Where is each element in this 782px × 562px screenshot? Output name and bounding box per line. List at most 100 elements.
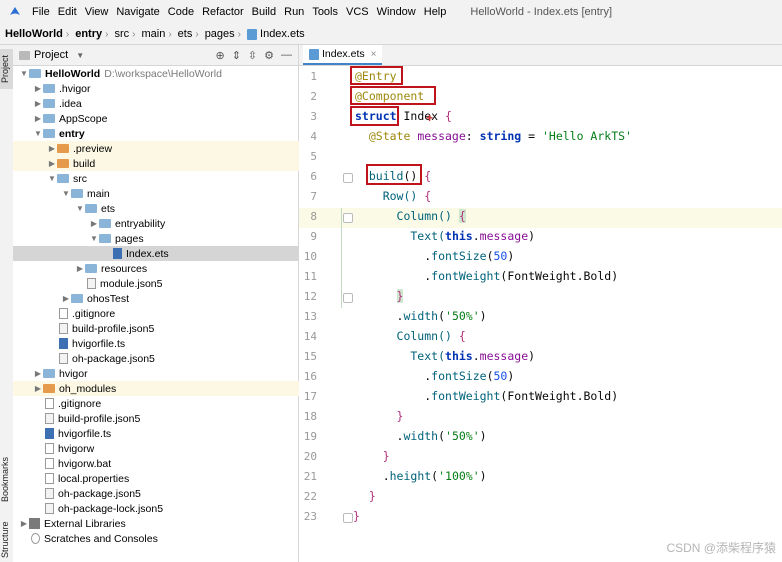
- chevron-right-icon[interactable]: ▶: [61, 294, 71, 303]
- tree-row[interactable]: hvigorw: [13, 441, 330, 456]
- chevron-down-icon[interactable]: ▼: [47, 174, 57, 183]
- locate-icon[interactable]: ⊕: [215, 49, 224, 62]
- tree-row[interactable]: oh-package.json5: [13, 351, 344, 366]
- menu-code[interactable]: Code: [164, 6, 198, 18]
- fold-toggle-icon[interactable]: [343, 513, 353, 523]
- code-token: .: [355, 389, 432, 403]
- brace-token: }: [368, 489, 376, 503]
- structure-tool-tab[interactable]: Structure: [0, 519, 13, 561]
- tab-index-ets[interactable]: Index.ets ×: [303, 45, 383, 65]
- tree-row[interactable]: hvigorw.bat: [13, 456, 330, 471]
- chevron-right-icon[interactable]: ▶: [33, 114, 43, 123]
- line-number: 12: [303, 290, 317, 303]
- tree-row[interactable]: ▶ External Libraries: [13, 516, 304, 531]
- fold-toggle-icon[interactable]: [343, 213, 353, 223]
- number-token: 50: [493, 369, 508, 383]
- folder-icon: [29, 69, 41, 78]
- tree-label: oh-package.json5: [58, 487, 141, 500]
- code-editor[interactable]: 1 2 3 4 5 6 7 8 9 10 11 12 13 14 15 16 1…: [299, 66, 782, 562]
- breadcrumb-item[interactable]: ets: [173, 28, 195, 40]
- chevron-right-icon[interactable]: ▶: [33, 369, 43, 378]
- tree-row[interactable]: ▶ build: [13, 156, 332, 171]
- code-line-20: }: [355, 449, 390, 463]
- tree-label: entry: [59, 127, 85, 140]
- tree-row[interactable]: ▶ hvigor: [13, 366, 318, 381]
- menu-run[interactable]: Run: [280, 6, 308, 18]
- tree-row[interactable]: hvigorfile.ts: [13, 336, 344, 351]
- project-panel-title[interactable]: Project: [34, 49, 68, 61]
- tree-row[interactable]: ▶ .preview: [13, 141, 332, 156]
- project-tool-tab[interactable]: Project: [0, 49, 13, 89]
- tree-label: ohosTest: [87, 292, 130, 305]
- breadcrumb-file[interactable]: Index.ets: [242, 28, 307, 40]
- code-token: =: [521, 129, 542, 143]
- chevron-down-icon[interactable]: ▼: [33, 129, 43, 138]
- chevron-right-icon[interactable]: ▶: [33, 99, 43, 108]
- chevron-down-icon[interactable]: ▼: [75, 204, 85, 213]
- chevron-right-icon[interactable]: ▶: [75, 264, 85, 273]
- editor-tab-bar: Index.ets ×: [299, 45, 782, 66]
- chevron-right-icon[interactable]: ▶: [47, 144, 57, 153]
- tree-row[interactable]: Scratches and Consoles: [13, 531, 316, 546]
- tree-row[interactable]: .gitignore: [13, 306, 344, 321]
- menu-file[interactable]: File: [28, 6, 54, 18]
- tree-row[interactable]: oh-package-lock.json5: [13, 501, 330, 516]
- tree-label: External Libraries: [44, 517, 126, 530]
- tree-row[interactable]: .gitignore: [13, 396, 330, 411]
- chevron-right-icon[interactable]: ▶: [33, 84, 43, 93]
- gear-icon[interactable]: ⚙: [264, 49, 274, 62]
- chevron-down-icon[interactable]: ▼: [76, 51, 84, 60]
- breadcrumb-item[interactable]: HelloWorld: [0, 28, 65, 40]
- collapse-all-icon[interactable]: ⇳: [248, 49, 257, 62]
- tree-label: HelloWorld: [45, 67, 101, 80]
- menu-navigate[interactable]: Navigate: [112, 6, 163, 18]
- project-panel: Project ▼ ⊕ ⇕ ⇳ ⚙ — ▼ HelloWorld D:\work…: [13, 45, 398, 562]
- menu-window[interactable]: Window: [373, 6, 420, 18]
- chevron-right-icon[interactable]: ▶: [47, 159, 57, 168]
- close-icon[interactable]: ×: [371, 49, 377, 60]
- tree-row[interactable]: ▶ .idea: [13, 96, 318, 111]
- expand-all-icon[interactable]: ⇕: [232, 49, 241, 62]
- fold-toggle-icon[interactable]: [343, 293, 353, 303]
- tree-row[interactable]: ▶ ohosTest: [13, 291, 346, 306]
- menu-build[interactable]: Build: [248, 6, 280, 18]
- tree-row[interactable]: local.properties: [13, 471, 330, 486]
- line-number: 2: [310, 90, 317, 103]
- breadcrumb-item[interactable]: main: [136, 28, 167, 40]
- tree-row[interactable]: ▼ entry: [13, 126, 318, 141]
- fold-toggle-icon[interactable]: [343, 173, 353, 183]
- menu-tools[interactable]: Tools: [308, 6, 342, 18]
- brace-token: {: [424, 189, 432, 203]
- breadcrumb-item[interactable]: entry: [70, 28, 104, 40]
- chevron-right-icon[interactable]: ▶: [89, 219, 99, 228]
- tree-row[interactable]: ▼ src: [13, 171, 332, 186]
- menu-view[interactable]: View: [81, 6, 113, 18]
- chevron-down-icon[interactable]: ▼: [19, 69, 29, 78]
- menu-help[interactable]: Help: [420, 6, 451, 18]
- chevron-down-icon[interactable]: ▼: [61, 189, 71, 198]
- tree-row[interactable]: ▼ main: [13, 186, 346, 201]
- tree-row[interactable]: ▶ AppScope: [13, 111, 318, 126]
- tree-row[interactable]: hvigorfile.ts: [13, 426, 330, 441]
- code-token: Column(): [355, 209, 459, 223]
- folder-icon: [43, 99, 55, 108]
- chevron-down-icon[interactable]: ▼: [89, 234, 99, 243]
- tree-row[interactable]: oh-package.json5: [13, 486, 330, 501]
- bookmarks-tool-tab[interactable]: Bookmarks: [0, 453, 13, 505]
- tree-row-root[interactable]: ▼ HelloWorld D:\workspace\HelloWorld: [13, 66, 304, 81]
- hide-icon[interactable]: —: [281, 49, 292, 62]
- ts-file-icon: [45, 428, 54, 439]
- menu-vcs[interactable]: VCS: [342, 6, 373, 18]
- tree-row[interactable]: ▶ .hvigor: [13, 81, 318, 96]
- menu-edit[interactable]: Edit: [54, 6, 81, 18]
- tree-row[interactable]: build-profile.json5: [13, 321, 344, 336]
- tree-row[interactable]: build-profile.json5: [13, 411, 330, 426]
- menu-refactor[interactable]: Refactor: [198, 6, 248, 18]
- breadcrumb-item[interactable]: pages: [200, 28, 237, 40]
- chevron-right-icon[interactable]: ▶: [19, 519, 29, 528]
- breadcrumb-item[interactable]: src: [109, 28, 131, 40]
- json-file-icon: [45, 503, 54, 514]
- chevron-right-icon[interactable]: ▶: [33, 384, 43, 393]
- tree-row[interactable]: ▶ oh_modules: [13, 381, 318, 396]
